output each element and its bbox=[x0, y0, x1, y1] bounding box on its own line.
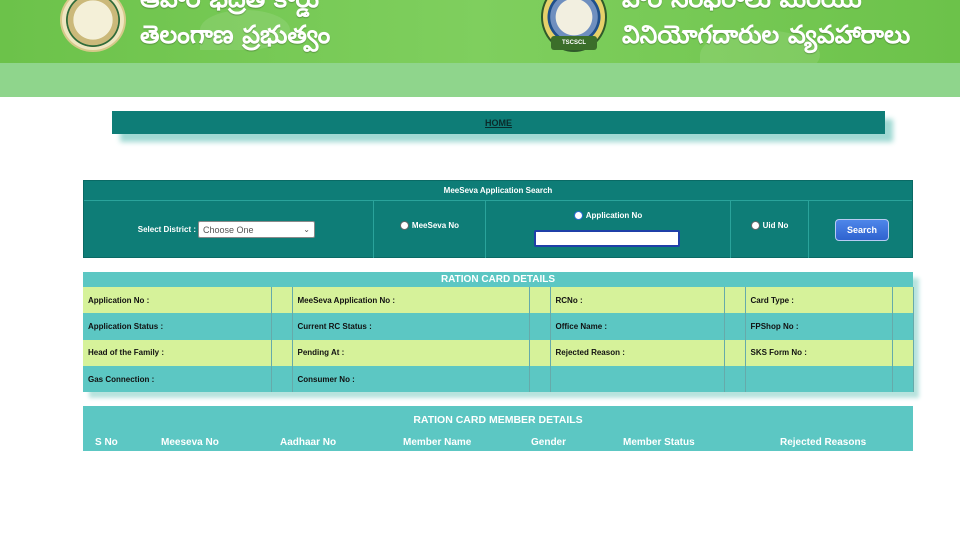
application-radio-label: Application No bbox=[585, 211, 643, 220]
rc-field-value bbox=[271, 365, 293, 393]
rc-field-value bbox=[724, 287, 746, 314]
rc-field-value bbox=[271, 339, 293, 366]
application-radio-cell: Application No bbox=[486, 201, 731, 258]
rc-field-label: Gas Connection : bbox=[83, 365, 272, 393]
rc-field-label: Consumer No : bbox=[292, 365, 530, 393]
rc-field-value bbox=[892, 339, 914, 366]
rc-field-label: Application No : bbox=[83, 287, 272, 314]
ration-card-details-table: Application No : MeeSeva Application No … bbox=[83, 287, 914, 393]
rc-field-value bbox=[892, 365, 914, 393]
rc-field-label: Pending At : bbox=[292, 339, 530, 366]
table-row: Application Status : Current RC Status :… bbox=[83, 313, 914, 340]
right-title-top: పౌర సరఫరాలు మరియు bbox=[622, 0, 862, 20]
column-header-gender: Gender bbox=[531, 437, 567, 448]
rc-field-label: Head of the Family : bbox=[83, 339, 272, 366]
member-details-title: RATION CARD MEMBER DETAILS bbox=[413, 414, 583, 426]
meeseva-radio-option[interactable]: MeeSeva No bbox=[399, 221, 460, 230]
district-select[interactable]: Choose One ⌄ bbox=[198, 221, 315, 238]
rc-field-value bbox=[529, 339, 551, 366]
column-header-sno: S No bbox=[95, 437, 118, 448]
rc-field-value bbox=[529, 313, 551, 340]
rc-field-label: Card Type : bbox=[745, 287, 893, 314]
ration-card-details-title: RATION CARD DETAILS bbox=[83, 272, 913, 287]
uid-radio[interactable] bbox=[750, 221, 760, 230]
chevron-down-icon: ⌄ bbox=[303, 225, 310, 234]
rc-field-label: Application Status : bbox=[83, 313, 272, 340]
uid-radio-option[interactable]: Uid No bbox=[750, 221, 789, 230]
rc-field-label: Office Name : bbox=[550, 313, 725, 340]
rc-field-value bbox=[724, 313, 746, 340]
rc-field-value bbox=[529, 365, 551, 393]
district-select-value: Choose One bbox=[203, 224, 254, 235]
rc-field-value bbox=[892, 313, 914, 340]
application-radio[interactable] bbox=[573, 211, 583, 220]
column-header-member-name: Member Name bbox=[403, 437, 472, 448]
home-link[interactable]: HOME bbox=[485, 118, 512, 128]
column-header-member-status: Member Status bbox=[623, 437, 695, 448]
rc-field-label: SKS Form No : bbox=[745, 339, 893, 366]
meeseva-radio-label: MeeSeva No bbox=[411, 221, 460, 230]
meeseva-radio[interactable] bbox=[399, 221, 409, 230]
search-panel: MeeSeva Application Search Select Distri… bbox=[83, 180, 913, 258]
telangana-emblem-icon bbox=[60, 0, 126, 52]
search-panel-title: MeeSeva Application Search bbox=[84, 181, 912, 201]
banner-strip bbox=[0, 63, 960, 97]
rc-field-label bbox=[745, 365, 893, 393]
rc-field-label: Rejected Reason : bbox=[550, 339, 725, 366]
left-title: తెలంగాణ ప్రభుత్వం bbox=[140, 20, 331, 49]
meeseva-radio-cell: MeeSeva No bbox=[374, 201, 486, 258]
column-header-meeseva-no: Meeseva No bbox=[161, 437, 219, 448]
right-title: వినియోగదారుల వ్యవహారాలు bbox=[622, 20, 911, 49]
rc-field-label: FPShop No : bbox=[745, 313, 893, 340]
rc-field-label: MeeSeva Application No : bbox=[292, 287, 530, 314]
search-button-cell: Search bbox=[809, 201, 912, 258]
table-row: Application No : MeeSeva Application No … bbox=[83, 287, 914, 314]
district-cell: Select District : Choose One ⌄ bbox=[84, 201, 374, 258]
column-header-aadhaar-no: Aadhaar No bbox=[280, 437, 337, 448]
uid-radio-label: Uid No bbox=[762, 221, 789, 230]
member-details-header-row: S No Meeseva No Aadhaar No Member Name G… bbox=[83, 434, 913, 451]
rc-field-value bbox=[724, 339, 746, 366]
rc-field-label: Current RC Status : bbox=[292, 313, 530, 340]
rc-field-value bbox=[529, 287, 551, 314]
district-label: Select District : bbox=[137, 225, 196, 234]
uid-radio-cell: Uid No bbox=[731, 201, 809, 258]
rc-field-value bbox=[724, 365, 746, 393]
rc-field-value bbox=[271, 313, 293, 340]
rc-field-label bbox=[550, 365, 725, 393]
left-title-top: ఆహార భద్రత కార్డు bbox=[140, 0, 319, 20]
rc-field-label: RCNo : bbox=[550, 287, 725, 314]
rc-field-value bbox=[271, 287, 293, 314]
nav-bar: HOME bbox=[112, 111, 885, 134]
emblem-ribbon-text: TSCSCL bbox=[562, 40, 586, 46]
table-row: Head of the Family : Pending At : Reject… bbox=[83, 339, 914, 366]
application-number-input[interactable] bbox=[533, 230, 680, 247]
emblem-ribbon: TSCSCL bbox=[551, 36, 597, 50]
member-details-panel: RATION CARD MEMBER DETAILS S No Meeseva … bbox=[83, 406, 913, 451]
header-banner: ఆహార భద్రత కార్డు తెలంగాణ ప్రభుత్వం TSCS… bbox=[0, 0, 960, 97]
application-radio-option[interactable]: Application No bbox=[573, 211, 643, 220]
rc-field-value bbox=[892, 287, 914, 314]
column-header-rejected-reasons: Rejected Reasons bbox=[780, 437, 867, 448]
search-row: Select District : Choose One ⌄ MeeSeva N… bbox=[84, 201, 912, 258]
ration-card-details-panel: RATION CARD DETAILS Application No : Mee… bbox=[83, 272, 914, 393]
search-button[interactable]: Search bbox=[835, 218, 889, 241]
table-row: Gas Connection : Consumer No : bbox=[83, 365, 914, 393]
